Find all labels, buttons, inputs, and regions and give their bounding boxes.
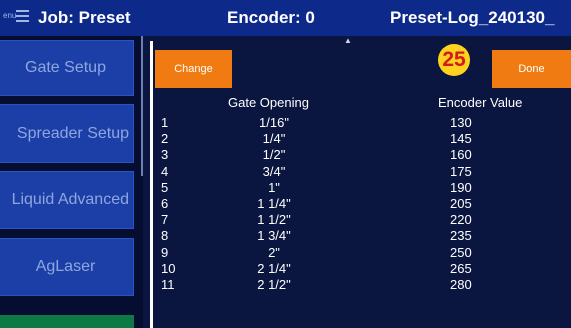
table-row[interactable]: 4 3/4" 175 — [146, 164, 571, 180]
sidebar-item-gate-setup[interactable]: Gate Setup — [0, 40, 134, 96]
gate-opening-cell: 2 1/4" — [257, 260, 291, 276]
count-badge: 25 — [438, 44, 470, 76]
encoder-value-cell: 265 — [450, 260, 472, 276]
row-number: 10 — [161, 260, 176, 276]
gate-opening-cell: 2 1/2" — [257, 276, 291, 292]
sidebar-item-label: Liquid Advanced — [11, 191, 129, 208]
hamburger-menu-icon[interactable] — [16, 10, 29, 23]
done-button[interactable]: Done — [492, 50, 571, 88]
table-row[interactable]: 6 1 1/4" 205 — [146, 196, 571, 212]
change-button[interactable]: Change — [155, 50, 232, 88]
table-row[interactable]: 7 1 1/2" 220 — [146, 212, 571, 228]
column-header-gate-opening: Gate Opening — [228, 95, 309, 110]
encoder-value-cell: 220 — [450, 212, 472, 228]
gate-opening-cell: 1/16" — [259, 115, 289, 130]
gate-opening-cell: 1 1/2" — [257, 212, 291, 228]
sidebar-item-label: Gate Setup — [25, 59, 106, 76]
encoder-value-cell: 190 — [450, 179, 472, 195]
sidebar-item-liquid-advanced[interactable]: Liquid Advanced — [0, 171, 134, 229]
encoder-value-cell: 160 — [450, 147, 472, 163]
table-row[interactable]: 8 1 3/4" 235 — [146, 228, 571, 244]
top-bar: enu Job: Preset Encoder: 0 Preset-Log_24… — [0, 0, 571, 36]
row-number: 11 — [161, 276, 175, 292]
sidebar-item-label: AgLaser — [35, 258, 96, 275]
row-number: 8 — [161, 228, 169, 244]
gate-opening-cell: 2" — [268, 244, 280, 260]
row-number: 3 — [161, 147, 169, 163]
sidebar-item-aglaser[interactable]: AgLaser — [0, 238, 134, 296]
encoder-value-cell: 205 — [450, 195, 472, 211]
gate-opening-cell: 3/4" — [262, 163, 286, 179]
encoder-value-cell: 235 — [450, 228, 472, 244]
gate-opening-cell: 1" — [268, 179, 280, 195]
row-number: 5 — [161, 179, 169, 195]
sidebar: Gate Setup Spreader Setup Liquid Advance… — [0, 36, 143, 328]
table-row[interactable]: 1 1/16" 130 — [146, 115, 571, 131]
table-row[interactable]: 9 2" 250 — [146, 245, 571, 261]
preset-table: 1 1/16" 130 2 1/4" 145 3 1/2" 160 4 3/4" 175 5 1"… — [146, 115, 571, 293]
gate-opening-cell: 1 1/4" — [257, 195, 291, 211]
gate-opening-cell: 1/4" — [262, 131, 286, 147]
row-number: 1 — [161, 115, 169, 130]
encoder-value-cell: 175 — [450, 163, 472, 179]
table-row[interactable]: 10 2 1/4" 265 — [146, 261, 571, 277]
log-name: Preset-Log_240130_ — [390, 8, 555, 27]
table-row[interactable]: 2 1/4" 145 — [146, 131, 571, 147]
gate-opening-cell: 1 3/4" — [257, 228, 291, 244]
job-title: Job: Preset — [38, 8, 131, 27]
menu-label[interactable]: enu — [3, 11, 16, 20]
sidebar-scrollbar[interactable] — [141, 36, 143, 176]
row-number: 2 — [161, 131, 169, 147]
encoder-readout: Encoder: 0 — [227, 8, 315, 27]
sidebar-item-label: Spreader Setup — [16, 124, 129, 142]
row-number: 9 — [161, 244, 169, 260]
sidebar-item-spreader-setup[interactable]: Spreader Setup — [0, 104, 134, 163]
table-row[interactable]: 5 1" 190 — [146, 180, 571, 196]
column-header-encoder-value: Encoder Value — [438, 95, 523, 110]
main-panel: ▲ Change 25 Done Gate Opening Encoder Va… — [146, 36, 571, 328]
encoder-value-cell: 250 — [450, 244, 472, 260]
row-number: 6 — [161, 195, 169, 211]
row-number: 7 — [161, 212, 169, 228]
row-number: 4 — [161, 163, 169, 179]
encoder-value-cell: 145 — [450, 131, 472, 147]
table-row[interactable]: 3 1/2" 160 — [146, 147, 571, 163]
gate-opening-cell: 1/2" — [262, 147, 286, 163]
scroll-up-icon[interactable]: ▲ — [344, 36, 352, 45]
table-row[interactable]: 11 2 1/2" 280 — [146, 277, 571, 293]
encoder-value-cell: 280 — [450, 276, 472, 292]
sidebar-item-green[interactable] — [0, 315, 134, 328]
encoder-value-cell: 130 — [450, 115, 472, 130]
